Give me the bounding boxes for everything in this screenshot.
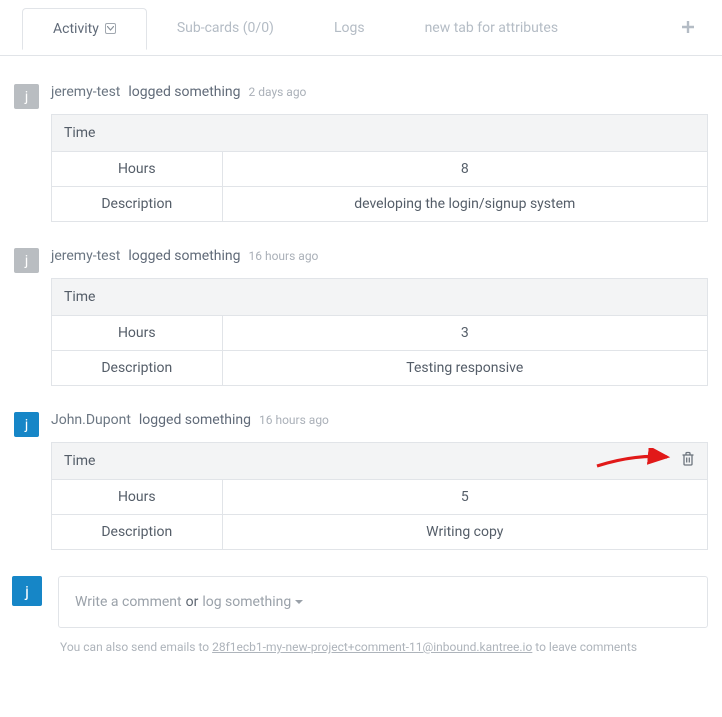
plus-icon	[682, 21, 694, 33]
activity-entry: j John.Dupont logged something 16 hours …	[14, 412, 708, 550]
tab-logs[interactable]: Logs	[304, 8, 395, 48]
tab-subcards[interactable]: Sub-cards (0/0)	[147, 8, 304, 48]
hint-prefix: You can also send emails to	[60, 640, 212, 654]
log-table: Time Hours 3 Description Testing respons…	[51, 278, 708, 386]
table-row: Hours 3	[52, 316, 708, 351]
cell-key: Hours	[52, 480, 223, 515]
cell-value: developing the login/signup system	[222, 187, 707, 222]
cell-value: 5	[222, 480, 707, 515]
table-row: Description developing the login/signup …	[52, 187, 708, 222]
composer-log-dropdown[interactable]: log something	[202, 594, 303, 610]
cell-key: Hours	[52, 316, 223, 351]
action-text: logged something	[139, 412, 251, 428]
email-hint: You can also send emails to 28f1ecb1-my-…	[0, 636, 722, 664]
action-text: logged something	[128, 248, 240, 264]
avatar: j	[14, 84, 39, 109]
entry-time: 16 hours ago	[249, 249, 319, 263]
entry-time: 16 hours ago	[259, 413, 329, 427]
activity-entry: j jeremy-test logged something 16 hours …	[14, 248, 708, 386]
table-header: Time	[52, 115, 708, 152]
cell-key: Hours	[52, 152, 223, 187]
table-row: Description Testing responsive	[52, 351, 708, 386]
trash-icon[interactable]	[681, 452, 695, 471]
table-header: Time	[52, 443, 708, 480]
log-table: Time	[51, 442, 708, 550]
add-tab-button[interactable]	[668, 18, 708, 37]
cell-value: Writing copy	[222, 515, 707, 550]
table-row: Hours 8	[52, 152, 708, 187]
cell-value: Testing responsive	[222, 351, 707, 386]
tab-label: Sub-cards (0/0)	[177, 20, 274, 36]
cell-key: Description	[52, 515, 223, 550]
chevron-down-icon[interactable]	[105, 23, 116, 34]
comment-composer[interactable]: Write a comment or log something	[58, 576, 708, 628]
user-link[interactable]: jeremy-test	[51, 248, 120, 264]
hint-email-link[interactable]: 28f1ecb1-my-new-project+comment-11@inbou…	[212, 640, 532, 654]
hint-suffix: to leave comments	[532, 640, 637, 654]
arrow-annotation	[595, 448, 673, 474]
composer-row: j Write a comment or log something	[0, 576, 722, 636]
cell-key: Description	[52, 187, 223, 222]
cell-value: 3	[222, 316, 707, 351]
entry-time: 2 days ago	[249, 85, 307, 99]
user-link[interactable]: John.Dupont	[51, 412, 131, 428]
activity-entry: j jeremy-test logged something 2 days ag…	[14, 84, 708, 222]
table-row: Description Writing copy	[52, 515, 708, 550]
tab-label: new tab for attributes	[425, 20, 558, 36]
avatar: j	[12, 576, 42, 606]
avatar: j	[14, 248, 39, 273]
table-header: Time	[52, 279, 708, 316]
table-row: Hours 5	[52, 480, 708, 515]
tab-activity[interactable]: Activity	[22, 8, 147, 50]
composer-write-label: Write a comment	[75, 594, 182, 610]
tab-label: Activity	[53, 21, 99, 37]
cell-key: Description	[52, 351, 223, 386]
avatar: j	[14, 412, 39, 437]
cell-value: 8	[222, 152, 707, 187]
tab-label: Logs	[334, 20, 365, 36]
action-text: logged something	[128, 84, 240, 100]
composer-or-label: or	[186, 594, 199, 610]
tab-attributes[interactable]: new tab for attributes	[395, 8, 588, 48]
user-link[interactable]: jeremy-test	[51, 84, 120, 100]
tabs-bar: Activity Sub-cards (0/0) Logs new tab fo…	[0, 0, 722, 56]
log-table: Time Hours 8 Description developing the …	[51, 114, 708, 222]
activity-feed: j jeremy-test logged something 2 days ag…	[0, 56, 722, 550]
table-header-label: Time	[64, 453, 95, 469]
